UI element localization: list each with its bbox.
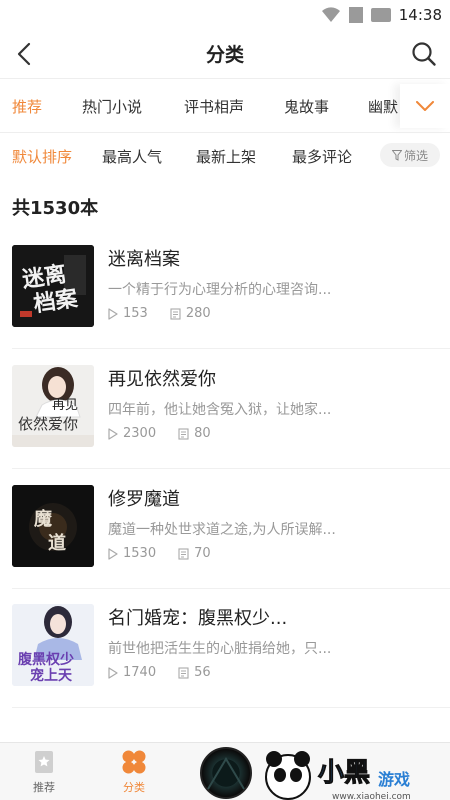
search-icon <box>412 42 436 66</box>
status-time: 14:38 <box>398 6 442 24</box>
book-title: 名门婚宠：腹黑权少... <box>108 608 288 629</box>
book-description: 一个精于行为心理分析的心理咨询... <box>108 282 332 298</box>
play-count: 1530 <box>108 546 156 561</box>
book-cover: 再见 依然爱你 <box>12 365 94 447</box>
row-divider <box>12 468 450 469</box>
document-icon <box>178 547 189 560</box>
bottom-tab-label: 分类 <box>123 781 145 794</box>
bottom-tab-bar: 推荐 分类 小黑 游戏 www.xiaohei.com <box>0 742 450 800</box>
tabs-divider <box>0 132 450 133</box>
svg-text:依然爱你: 依然爱你 <box>18 415 78 433</box>
book-cover: 腹黑权少 宠上天 <box>12 604 94 686</box>
play-icon <box>108 307 118 320</box>
bottom-tab-recommend[interactable]: 推荐 <box>14 749 74 795</box>
tab-pingshu-crosstalk[interactable]: 评书相声 <box>184 96 244 117</box>
watermark-logo: 小黑 游戏 www.xiaohei.com <box>262 747 448 800</box>
book-title: 迷离档案 <box>108 249 180 270</box>
status-icons: 14:38 <box>321 6 442 24</box>
sim-signal-icon <box>348 7 363 23</box>
filter-label: 筛选 <box>403 148 428 163</box>
music-disc-icon <box>207 757 245 790</box>
nav-bar: 分类 <box>0 32 450 76</box>
nav-divider <box>0 78 450 79</box>
document-icon <box>178 427 189 440</box>
star-bookmark-icon <box>35 751 53 773</box>
play-icon <box>108 547 118 560</box>
category-clover-icon <box>122 750 146 774</box>
sort-most-popular[interactable]: 最高人气 <box>102 146 162 167</box>
svg-text:腹黑权少: 腹黑权少 <box>18 651 74 668</box>
book-cover: 魔 道 <box>12 485 94 567</box>
book-description: 魔道一种处世求道之途,为人所误解... <box>108 522 336 538</box>
book-stats: 1740 56 <box>108 665 233 680</box>
sort-bar: 默认排序 最高人气 最新上架 最多评论 筛选 <box>0 136 450 174</box>
row-divider <box>12 707 450 708</box>
svg-text:游戏: 游戏 <box>378 770 410 789</box>
sort-most-comments[interactable]: 最多评论 <box>292 146 352 167</box>
svg-text:小黑: 小黑 <box>318 758 370 788</box>
document-icon <box>178 666 189 679</box>
svg-text:www.xiaohei.com: www.xiaohei.com <box>332 792 411 800</box>
bottom-tab-category[interactable]: 分类 <box>104 749 164 795</box>
filter-button[interactable]: 筛选 <box>380 143 440 167</box>
play-icon <box>108 666 118 679</box>
tab-humor[interactable]: 幽默 <box>368 96 398 117</box>
book-item[interactable]: 魔 道 修罗魔道 魔道一种处世求道之途,为人所误解... 1530 70 <box>0 485 450 589</box>
book-item[interactable]: 腹黑权少 宠上天 名门婚宠：腹黑权少... 前世他把活生生的心脏捐给她，只...… <box>0 604 450 708</box>
expand-categories-button[interactable] <box>400 84 450 128</box>
sort-newest[interactable]: 最新上架 <box>196 146 256 167</box>
sort-default[interactable]: 默认排序 <box>12 146 72 167</box>
play-count: 2300 <box>108 426 156 441</box>
battery-icon <box>370 8 391 22</box>
play-count: 1740 <box>108 665 156 680</box>
chapter-count: 280 <box>170 306 211 321</box>
player-disc-button[interactable] <box>200 747 252 799</box>
svg-text:再见: 再见 <box>52 398 78 413</box>
chapter-count: 70 <box>178 546 211 561</box>
tab-ghost-stories[interactable]: 鬼故事 <box>284 96 329 117</box>
play-count: 153 <box>108 306 148 321</box>
book-title: 再见依然爱你 <box>108 369 216 390</box>
book-title: 修罗魔道 <box>108 489 180 510</box>
status-bar: 14:38 <box>0 0 450 32</box>
chapter-count: 56 <box>178 665 211 680</box>
book-stats: 1530 70 <box>108 546 233 561</box>
row-divider <box>12 348 450 349</box>
filter-icon <box>391 149 402 161</box>
document-icon <box>170 307 181 320</box>
result-count: 共1530本 <box>12 198 99 219</box>
book-cover: 迷离 档案 <box>12 245 94 327</box>
wifi-icon <box>321 7 340 23</box>
page-title: 分类 <box>205 44 244 66</box>
book-stats: 2300 80 <box>108 426 233 441</box>
svg-text:宠上天: 宠上天 <box>30 667 73 684</box>
chevron-down-icon <box>416 100 434 111</box>
search-button[interactable] <box>406 36 442 72</box>
book-description: 前世他把活生生的心脏捐给她，只... <box>108 641 332 657</box>
book-description: 四年前，他让她含冤入狱，让她家... <box>108 402 332 418</box>
chapter-count: 80 <box>178 426 211 441</box>
svg-text:道: 道 <box>48 532 66 554</box>
bottom-tab-label: 推荐 <box>33 781 55 794</box>
tab-recommend[interactable]: 推荐 <box>12 96 42 117</box>
category-tabs: 推荐 热门小说 评书相声 鬼故事 幽默 <box>0 84 450 128</box>
book-item[interactable]: 再见 依然爱你 再见依然爱你 四年前，他让她含冤入狱，让她家... 2300 8… <box>0 365 450 469</box>
book-stats: 153 280 <box>108 306 233 321</box>
svg-text:魔: 魔 <box>34 508 52 530</box>
row-divider <box>12 588 450 589</box>
play-icon <box>108 427 118 440</box>
tab-hot-novels[interactable]: 热门小说 <box>82 96 142 117</box>
book-item[interactable]: 迷离 档案 迷离档案 一个精于行为心理分析的心理咨询... 153 280 <box>0 245 450 349</box>
